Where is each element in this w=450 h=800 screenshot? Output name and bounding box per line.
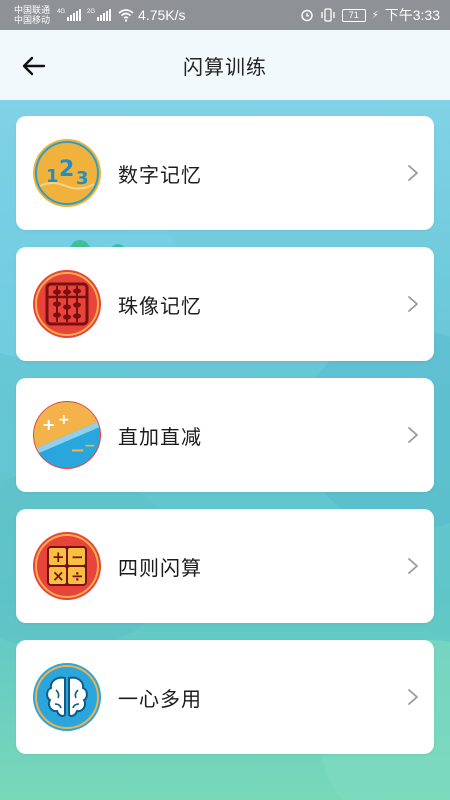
network-speed: 4.75K/s <box>138 7 186 23</box>
carrier-1: 中国联通 <box>14 5 51 15</box>
svg-text:+: + <box>42 415 55 434</box>
menu-item-label: 数字记忆 <box>118 164 202 187</box>
svg-text:2: 2 <box>59 157 74 182</box>
page-title: 闪算训练 <box>183 56 267 79</box>
brain-icon <box>33 663 101 731</box>
svg-text:+: + <box>52 548 65 566</box>
chevron-right-icon <box>408 165 418 181</box>
carrier-2: 中国移动 <box>14 15 51 25</box>
four-operations-icon: + − × ÷ <box>33 532 101 600</box>
carrier-names: 中国联通 中国移动 <box>14 5 50 25</box>
status-right-group: 71 ⚡ 下午3:33 <box>300 5 440 25</box>
menu-item-direct-add-subtract[interactable]: + + − − 直加直减 <box>16 378 434 492</box>
menu-item-label: 一心多用 <box>118 688 202 711</box>
menu-item-label: 四则闪算 <box>118 557 202 580</box>
chevron-right-icon <box>408 427 418 443</box>
menu-item-number-memory[interactable]: 1 2 3 数字记忆 <box>16 116 434 230</box>
charging-icon: ⚡ <box>371 9 379 21</box>
clock: 下午3:33 <box>384 7 440 23</box>
status-bar: 中国联通 中国移动 4G 2G 4.75K/s 71 ⚡ 下午3:33 <box>0 0 450 30</box>
svg-text:÷: ÷ <box>71 567 84 585</box>
menu-item-label: 珠像记忆 <box>118 295 202 318</box>
svg-text:3: 3 <box>76 168 89 189</box>
back-button[interactable] <box>18 50 50 82</box>
menu-item-abacus-memory[interactable]: 珠像记忆 <box>16 247 434 361</box>
menu-item-multitasking[interactable]: 一心多用 <box>16 640 434 754</box>
svg-text:−: − <box>71 548 84 566</box>
menu-item-label: 直加直减 <box>118 426 202 449</box>
svg-text:1: 1 <box>46 166 59 187</box>
back-arrow-icon <box>22 56 46 76</box>
signal-1-icon: 4G <box>57 9 82 21</box>
vibrate-icon <box>321 8 335 22</box>
signal-2-icon: 2G <box>87 9 112 21</box>
chevron-right-icon <box>408 296 418 312</box>
svg-text:−: − <box>84 438 96 454</box>
battery-icon: 71 <box>341 8 366 22</box>
plus-minus-icon: + + − − <box>33 401 101 469</box>
menu-item-four-operations[interactable]: + − × ÷ 四则闪算 <box>16 509 434 623</box>
svg-text:−: − <box>70 440 85 461</box>
wifi-icon <box>118 8 134 22</box>
chevron-right-icon <box>408 558 418 574</box>
numbers-123-icon: 1 2 3 <box>33 139 101 207</box>
chevron-right-icon <box>408 689 418 705</box>
header-bar: 闪算训练 <box>0 30 450 100</box>
abacus-icon <box>33 270 101 338</box>
alarm-icon <box>301 9 313 22</box>
svg-text:+: + <box>58 412 70 428</box>
svg-text:×: × <box>52 567 65 585</box>
